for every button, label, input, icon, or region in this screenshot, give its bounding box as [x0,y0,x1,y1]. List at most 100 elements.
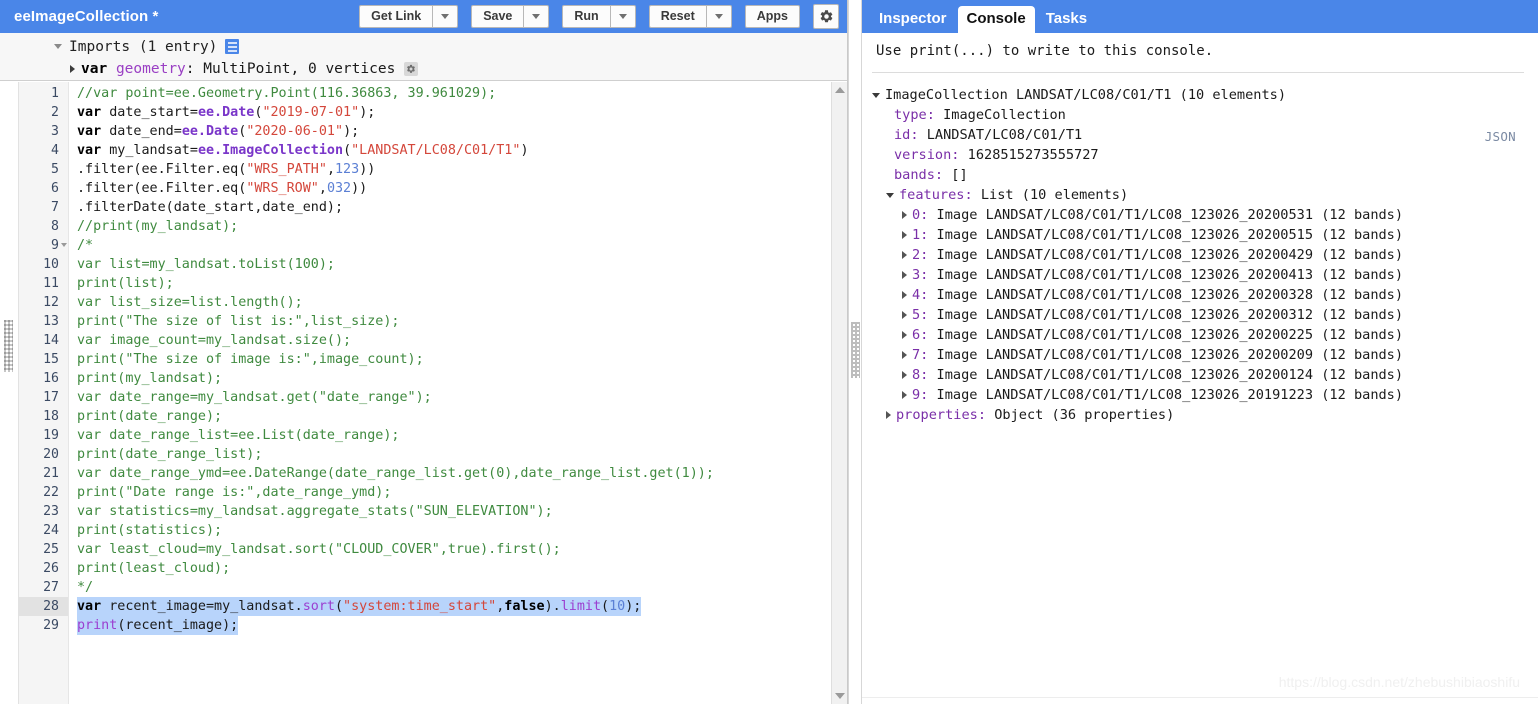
import-variable-name[interactable]: geometry [116,61,186,77]
scroll-up-arrow-icon[interactable] [835,87,845,93]
tree-collapse-icon[interactable] [886,192,894,198]
console-feature-row[interactable]: 5: Image LANDSAT/LC08/C01/T1/LC08_123026… [872,305,1538,325]
console-feature-row[interactable]: 2: Image LANDSAT/LC08/C01/T1/LC08_123026… [872,245,1538,265]
console-feature-row[interactable]: 6: Image LANDSAT/LC08/C01/T1/LC08_123026… [872,325,1538,345]
code-line[interactable]: var statistics=my_landsat.aggregate_stat… [77,502,831,521]
console-properties-object-row[interactable]: properties: Object (36 properties) [872,405,1538,425]
console-feature-row[interactable]: 8: Image LANDSAT/LC08/C01/T1/LC08_123026… [872,365,1538,385]
tree-expand-icon[interactable] [902,391,907,399]
code-line[interactable]: //print(my_landsat); [77,217,831,236]
line-number[interactable]: 24 [19,521,68,540]
tree-expand-icon[interactable] [902,371,907,379]
tab-inspector[interactable]: Inspector [870,6,956,34]
line-number[interactable]: 4 [19,141,68,160]
code-text-area[interactable]: //var point=ee.Geometry.Point(116.36863,… [69,82,831,704]
line-number[interactable]: 26 [19,559,68,578]
editor-vertical-scrollbar[interactable] [831,82,847,704]
console-root-row[interactable]: ImageCollection LANDSAT/LC08/C01/T1 (10 … [872,85,1538,105]
tree-expand-icon[interactable] [902,331,907,339]
code-line[interactable]: .filter(ee.Filter.eq("WRS_PATH",123)) [77,160,831,179]
code-line[interactable]: .filter(ee.Filter.eq("WRS_ROW",032)) [77,179,831,198]
code-line[interactable]: print("The size of image is:",image_coun… [77,350,831,369]
left-panel-splitter[interactable] [0,82,18,704]
console-feature-row[interactable]: 0: Image LANDSAT/LC08/C01/T1/LC08_123026… [872,205,1538,225]
tree-expand-icon[interactable] [902,211,907,219]
code-line[interactable]: print(date_range_list); [77,445,831,464]
code-line[interactable]: var list_size=list.length(); [77,293,831,312]
run-dropdown-button[interactable] [609,5,636,28]
code-line[interactable]: var image_count=my_landsat.size(); [77,331,831,350]
apps-button[interactable]: Apps [744,5,800,28]
line-number[interactable]: 8 [19,217,68,236]
line-number[interactable]: 20 [19,445,68,464]
line-number[interactable]: 15 [19,350,68,369]
get-link-dropdown-button[interactable] [432,5,459,28]
tree-expand-icon[interactable] [902,351,907,359]
code-line[interactable]: //var point=ee.Geometry.Point(116.36863,… [77,84,831,103]
code-line[interactable]: print(recent_image); [77,616,239,635]
code-line[interactable]: var date_range_list=ee.List(date_range); [77,426,831,445]
code-line[interactable]: print("Date range is:",date_range_ymd); [77,483,831,502]
line-number[interactable]: 3 [19,122,68,141]
code-line[interactable]: print(least_cloud); [77,559,831,578]
collapse-triangle-icon[interactable] [54,44,62,49]
line-number[interactable]: 27 [19,578,68,597]
code-line[interactable]: .filterDate(date_start,date_end); [77,198,831,217]
console-feature-row[interactable]: 7: Image LANDSAT/LC08/C01/T1/LC08_123026… [872,345,1538,365]
line-number[interactable]: 19 [19,426,68,445]
line-number[interactable]: 5 [19,160,68,179]
code-line[interactable]: print(statistics); [77,521,831,540]
code-line[interactable]: var date_range_ymd=ee.DateRange(date_ran… [77,464,831,483]
save-button[interactable]: Save [471,5,524,28]
code-line[interactable]: print(date_range); [77,407,831,426]
line-number[interactable]: 10 [19,255,68,274]
line-number[interactable]: 1 [19,84,68,103]
line-number[interactable]: 28 [19,597,68,616]
tree-expand-icon[interactable] [902,291,907,299]
code-line[interactable]: var date_start=ee.Date("2019-07-01"); [77,103,831,122]
scrollbar-thumb[interactable] [833,98,847,638]
run-button[interactable]: Run [562,5,610,28]
scroll-down-arrow-icon[interactable] [835,693,845,699]
code-line[interactable]: print("The size of list is:",list_size); [77,312,831,331]
settings-button[interactable] [813,4,839,29]
code-line[interactable]: var my_landsat=ee.ImageCollection("LANDS… [77,141,831,160]
console-feature-row[interactable]: 1: Image LANDSAT/LC08/C01/T1/LC08_123026… [872,225,1538,245]
reset-dropdown-button[interactable] [705,5,732,28]
tree-expand-icon[interactable] [902,231,907,239]
code-line[interactable]: var date_range=my_landsat.get("date_rang… [77,388,831,407]
geometry-settings-button[interactable] [404,62,419,76]
code-line[interactable]: var date_end=ee.Date("2020-06-01"); [77,122,831,141]
console-features-row[interactable]: features: List (10 elements) [872,185,1538,205]
save-dropdown-button[interactable] [523,5,550,28]
code-line[interactable]: print(list); [77,274,831,293]
tree-expand-icon[interactable] [902,251,907,259]
line-number[interactable]: 2 [19,103,68,122]
line-number[interactable]: 23 [19,502,68,521]
reset-button[interactable]: Reset [648,5,706,28]
console-feature-row[interactable]: 4: Image LANDSAT/LC08/C01/T1/LC08_123026… [872,285,1538,305]
line-number[interactable]: 14 [19,331,68,350]
expand-triangle-icon[interactable] [70,65,75,73]
line-number[interactable]: 18 [19,407,68,426]
line-number[interactable]: 21 [19,464,68,483]
pane-splitter[interactable] [848,0,862,704]
console-feature-row[interactable]: 9: Image LANDSAT/LC08/C01/T1/LC08_123026… [872,385,1538,405]
list-icon[interactable] [225,39,240,54]
code-line[interactable]: var list=my_landsat.toList(100); [77,255,831,274]
tab-tasks[interactable]: Tasks [1037,6,1096,34]
tree-expand-icon[interactable] [886,411,891,419]
line-number[interactable]: 25 [19,540,68,559]
tab-console[interactable]: Console [957,5,1035,33]
console-feature-row[interactable]: 3: Image LANDSAT/LC08/C01/T1/LC08_123026… [872,265,1538,285]
code-line[interactable]: /* [77,236,831,255]
line-number[interactable]: 6 [19,179,68,198]
code-line[interactable]: var recent_image=my_landsat.sort("system… [77,597,642,616]
code-line[interactable]: */ [77,578,831,597]
line-number[interactable]: 12 [19,293,68,312]
line-number[interactable]: 11 [19,274,68,293]
line-number[interactable]: 29 [19,616,68,635]
tree-expand-icon[interactable] [902,311,907,319]
line-number[interactable]: 17 [19,388,68,407]
code-line[interactable]: var least_cloud=my_landsat.sort("CLOUD_C… [77,540,831,559]
